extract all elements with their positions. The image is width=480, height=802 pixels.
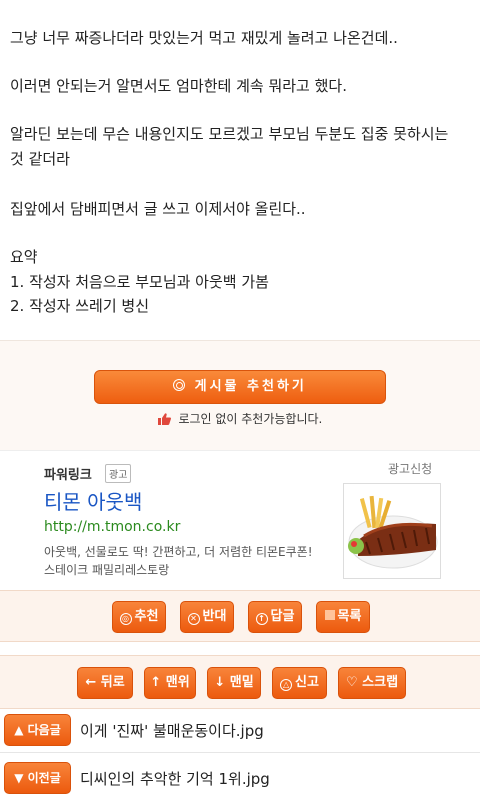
recommend-button-label: 추천: [134, 609, 159, 624]
ad-title-link[interactable]: 티몬 아웃백: [44, 486, 142, 515]
next-post-title[interactable]: 이게 '진짜' 불매운동이다.jpg: [80, 720, 264, 741]
login-note-text: 로그인 없이 추천가능합니다.: [178, 412, 323, 426]
article-line: 그냥 너무 짜증나더라 맛있는거 먹고 재밌게 놀려고 나온건데..: [10, 29, 398, 47]
prev-post-title[interactable]: 디씨인의 추악한 기억 1위.jpg: [80, 768, 270, 789]
scroll-bottom-button[interactable]: ↓ 맨밑: [207, 667, 261, 699]
article-line: 알라딘 보는데 무슨 내용인지도 모르겠고 부모님 두분도 집중 못하시는: [10, 125, 449, 143]
oppose-button-label: 반대: [202, 609, 227, 624]
ad-description: 스테이크 패밀리레스토랑: [44, 563, 170, 577]
ad-food-image[interactable]: [343, 483, 441, 579]
list-square-icon: [324, 610, 335, 620]
recommend-circle-icon: ◎: [119, 613, 132, 625]
article-line: 집앞에서 담배피면서 글 쓰고 이제서야 올린다..: [10, 200, 306, 218]
article-line: 1. 작성자 처음으로 부모님과 아웃백 가봄: [10, 273, 269, 291]
report-button[interactable]: △ 신고: [272, 667, 327, 699]
ad-badge: 광고: [105, 464, 132, 483]
article-line: 이러면 안되는거 알면서도 엄마한테 계속 뭐라고 했다.: [10, 77, 347, 95]
ad-url[interactable]: http://m.tmon.co.kr: [44, 519, 180, 535]
oppose-button[interactable]: ✕ 반대: [180, 601, 234, 633]
ad-description: 아웃백, 선물로도 딱! 간편하고, 더 저렴한 티몬E쿠폰!: [44, 545, 313, 559]
login-note: 로그인 없이 추천가능합니다.: [0, 410, 480, 427]
article-line: 2. 작성자 쓰레기 병신: [10, 297, 150, 315]
reply-button[interactable]: ↑ 답글: [248, 601, 302, 633]
next-post-button[interactable]: ▲ 다음글: [4, 714, 71, 746]
ad-apply-link[interactable]: 광고신청: [388, 460, 432, 477]
recommend-section: 게시물 추천하기 로그인 없이 추천가능합니다.: [0, 340, 480, 450]
recommend-post-label: 게시물 추천하기: [194, 379, 307, 394]
list-button[interactable]: 목록: [316, 601, 370, 633]
page-nav-bar: ← 뒤로 ↑ 맨위 ↓ 맨밑 △ 신고 ♡ 스크랩: [0, 655, 480, 709]
recommend-icon: [173, 379, 186, 391]
list-button-label: 목록: [337, 609, 362, 624]
back-button[interactable]: ← 뒤로: [77, 667, 133, 699]
report-icon: △: [280, 679, 293, 691]
post-action-bar: ◎ 추천 ✕ 반대 ↑ 답글 목록: [0, 590, 480, 642]
next-post-row[interactable]: ▲ 다음글 이게 '진짜' 불매운동이다.jpg: [0, 712, 480, 748]
article-line: 요약: [10, 248, 38, 266]
divider: [0, 752, 480, 753]
recommend-post-button[interactable]: 게시물 추천하기: [94, 370, 386, 404]
ad-powerlink-label: 파워링크: [44, 468, 92, 483]
prev-post-row[interactable]: ▼ 이전글 디씨인의 추악한 기억 1위.jpg: [0, 760, 480, 796]
oppose-x-icon: ✕: [187, 613, 200, 625]
reply-arrow-icon: ↑: [255, 613, 268, 625]
report-button-label: 신고: [295, 675, 319, 690]
scroll-top-button[interactable]: ↑ 맨위: [144, 667, 196, 699]
scrap-button[interactable]: ♡ 스크랩: [338, 667, 406, 699]
thumbs-up-icon: [157, 413, 171, 425]
reply-button-label: 답글: [270, 609, 295, 624]
article-line: 것 같더라: [10, 150, 70, 168]
recommend-button[interactable]: ◎ 추천: [112, 601, 166, 633]
powerlink-ad[interactable]: 파워링크 광고 광고신청 티몬 아웃백 http://m.tmon.co.kr …: [0, 450, 480, 590]
prev-post-button[interactable]: ▼ 이전글: [4, 762, 71, 794]
